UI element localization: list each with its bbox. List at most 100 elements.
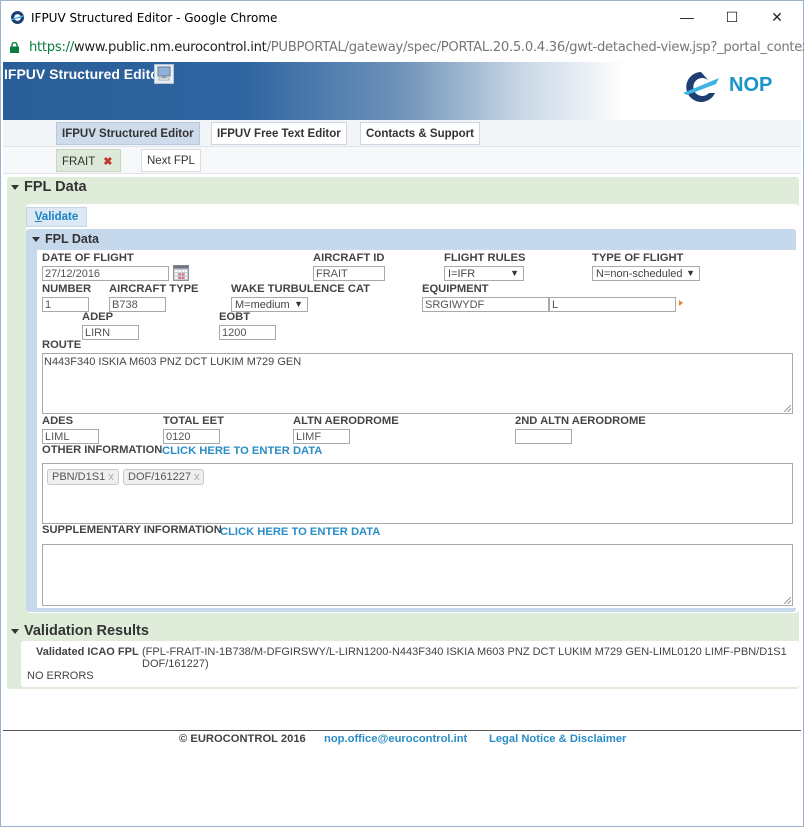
altn2-aerodrome-input[interactable] <box>515 429 572 444</box>
fpl-data-section: FPL Data Validate FPL Data DATE OF FLIGH… <box>7 177 799 689</box>
chip-label: PBN/D1S1 <box>52 471 106 483</box>
minimize-button[interactable]: — <box>677 7 697 27</box>
dropdown-arrow-icon: ▼ <box>294 299 303 309</box>
expand-arrow-icon[interactable] <box>679 300 683 306</box>
fpl-panel-header[interactable]: FPL Data <box>32 232 99 246</box>
eobt-input[interactable]: 1200 <box>219 325 276 340</box>
remove-chip-icon[interactable]: x <box>108 471 114 483</box>
equipment-label: EQUIPMENT <box>422 283 489 295</box>
collapse-triangle-icon <box>32 236 40 242</box>
validate-button[interactable]: Validate <box>26 207 87 227</box>
aircraft-id-input[interactable]: FRAIT <box>313 266 385 281</box>
footer-divider <box>3 730 801 731</box>
tab-frait[interactable]: FRAIT ✖ <box>56 149 121 172</box>
wake-turbulence-value: M=medium <box>235 299 290 311</box>
altn2-aerodrome-label: 2ND ALTN AERODROME <box>515 415 646 427</box>
maximize-button[interactable]: ☐ <box>722 7 742 27</box>
validation-status: NO ERRORS <box>27 670 94 682</box>
eurocontrol-logo-icon <box>683 72 719 102</box>
validate-label: alidate <box>41 211 79 223</box>
tab-structured-editor[interactable]: IFPUV Structured Editor <box>56 122 200 145</box>
other-information-box[interactable]: PBN/D1S1 x DOF/161227 x <box>42 463 793 524</box>
altn-aerodrome-input[interactable]: LIMF <box>293 429 350 444</box>
nop-logo: NOP <box>681 69 791 105</box>
validation-results-heading: Validation Results <box>24 623 149 639</box>
fpl-data-header[interactable]: FPL Data <box>11 179 87 195</box>
aircraft-type-input[interactable]: B738 <box>109 297 166 312</box>
footer-email-link[interactable]: nop.office@eurocontrol.int <box>324 733 467 745</box>
fpl-data-panel: FPL Data DATE OF FLIGHT 27/12/2016 AIRCR… <box>26 229 796 612</box>
tab-contacts-support[interactable]: Contacts & Support <box>360 122 480 145</box>
flight-rules-label: FLIGHT RULES <box>444 252 526 264</box>
footer-copyright: © EUROCONTROL 2016 <box>179 733 306 745</box>
remove-chip-icon[interactable]: x <box>194 471 200 483</box>
route-textarea[interactable]: N443F340 ISKIA M603 PNZ DCT LUKIM M729 G… <box>42 353 793 414</box>
wake-turbulence-label: WAKE TURBULENCE CAT <box>231 283 371 295</box>
url-path: /PUBPORTAL/gateway/spec/PORTAL.20.5.0.4.… <box>266 40 804 55</box>
app-banner: IFPUV Structured Editor NOP <box>3 62 801 120</box>
type-of-flight-label: TYPE OF FLIGHT <box>592 252 684 264</box>
logo-text: NOP <box>729 74 773 96</box>
validation-results-content: Validated ICAO FPL (FPL-FRAIT-IN-1B738/M… <box>21 641 799 687</box>
flight-rules-select[interactable]: I=IFR ▼ <box>444 266 524 281</box>
date-of-flight-input[interactable]: 27/12/2016 <box>42 266 169 281</box>
other-info-chip: DOF/161227 x <box>123 469 205 485</box>
aircraft-type-label: AIRCRAFT TYPE <box>109 283 199 295</box>
resize-handle[interactable] <box>784 597 791 604</box>
number-input[interactable]: 1 <box>42 297 89 312</box>
supplementary-information-link[interactable]: CLICK HERE TO ENTER DATA <box>220 526 380 538</box>
resize-handle[interactable] <box>784 405 791 412</box>
footer-legal-link[interactable]: Legal Notice & Disclaimer <box>489 733 626 745</box>
address-bar[interactable]: https://www.public.nm.eurocontrol.int/PU… <box>1 35 804 61</box>
altn-aerodrome-label: ALTN AERODROME <box>293 415 399 427</box>
ades-input[interactable]: LIML <box>42 429 99 444</box>
supplementary-information-textarea[interactable] <box>42 544 793 606</box>
close-window-button[interactable]: ✕ <box>767 7 787 27</box>
eobt-label: EOBT <box>219 311 251 323</box>
validated-icao-line2: DOF/161227) <box>142 658 209 670</box>
adep-input[interactable]: LIRN <box>82 325 139 340</box>
eurocontrol-app-icon <box>11 11 24 24</box>
fpl-panel-heading: FPL Data <box>45 232 99 246</box>
url-scheme: https:// <box>29 40 74 55</box>
other-information-label: OTHER INFORMATION <box>42 444 163 456</box>
browser-window: IFPUV Structured Editor - Google Chrome … <box>0 0 804 827</box>
aircraft-id-label: AIRCRAFT ID <box>313 252 385 264</box>
collapse-triangle-icon <box>11 184 19 190</box>
other-information-link[interactable]: CLICK HERE TO ENTER DATA <box>162 445 322 457</box>
type-of-flight-select[interactable]: N=non-scheduled ▼ <box>592 266 700 281</box>
calendar-icon[interactable] <box>173 265 189 281</box>
close-tab-icon[interactable]: ✖ <box>103 156 112 168</box>
collapse-triangle-icon <box>11 628 19 634</box>
app-title: IFPUV Structured Editor <box>4 66 165 82</box>
chip-label: DOF/161227 <box>128 471 191 483</box>
validated-icao-label: Validated ICAO FPL <box>36 646 139 658</box>
validation-results-header[interactable]: Validation Results <box>11 623 149 639</box>
dropdown-arrow-icon: ▼ <box>510 268 519 278</box>
wake-turbulence-select[interactable]: M=medium ▼ <box>231 297 308 312</box>
fpl-data-heading: FPL Data <box>24 179 87 195</box>
date-of-flight-label: DATE OF FLIGHT <box>42 252 134 264</box>
window-title: IFPUV Structured Editor - Google Chrome <box>31 11 278 25</box>
tab-frait-label: FRAIT <box>62 156 96 168</box>
tab-next-fpl[interactable]: Next FPL <box>141 149 201 172</box>
equipment-input[interactable]: SRGIWYDF <box>422 297 549 312</box>
fpl-data-content: Validate FPL Data DATE OF FLIGHT 27/12/2… <box>26 204 799 613</box>
flight-rules-value: I=IFR <box>448 268 476 280</box>
number-label: NUMBER <box>42 283 92 295</box>
type-of-flight-value: N=non-scheduled <box>596 268 683 280</box>
supplementary-information-label: SUPPLEMENTARY INFORMATION <box>42 524 222 536</box>
fpl-tabs: FRAIT ✖ Next FPL <box>3 147 801 174</box>
url-host-prefix: www.public.nm. <box>73 40 175 55</box>
equipment-surveillance-input[interactable]: L <box>549 297 676 312</box>
url-text[interactable]: https://www.public.nm.eurocontrol.int/PU… <box>29 40 804 55</box>
lock-icon <box>10 42 19 53</box>
total-eet-input[interactable]: 0120 <box>163 429 220 444</box>
detach-view-icon[interactable] <box>154 64 174 84</box>
tab-free-text-editor[interactable]: IFPUV Free Text Editor <box>211 122 347 145</box>
validate-accesskey: V <box>34 211 42 223</box>
route-value: N443F340 ISKIA M603 PNZ DCT LUKIM M729 G… <box>44 356 302 368</box>
total-eet-label: TOTAL EET <box>163 415 224 427</box>
adep-label: ADEP <box>82 311 114 323</box>
validated-icao-line1: (FPL-FRAIT-IN-1B738/M-DFGIRSWY/L-LIRN120… <box>142 646 787 658</box>
